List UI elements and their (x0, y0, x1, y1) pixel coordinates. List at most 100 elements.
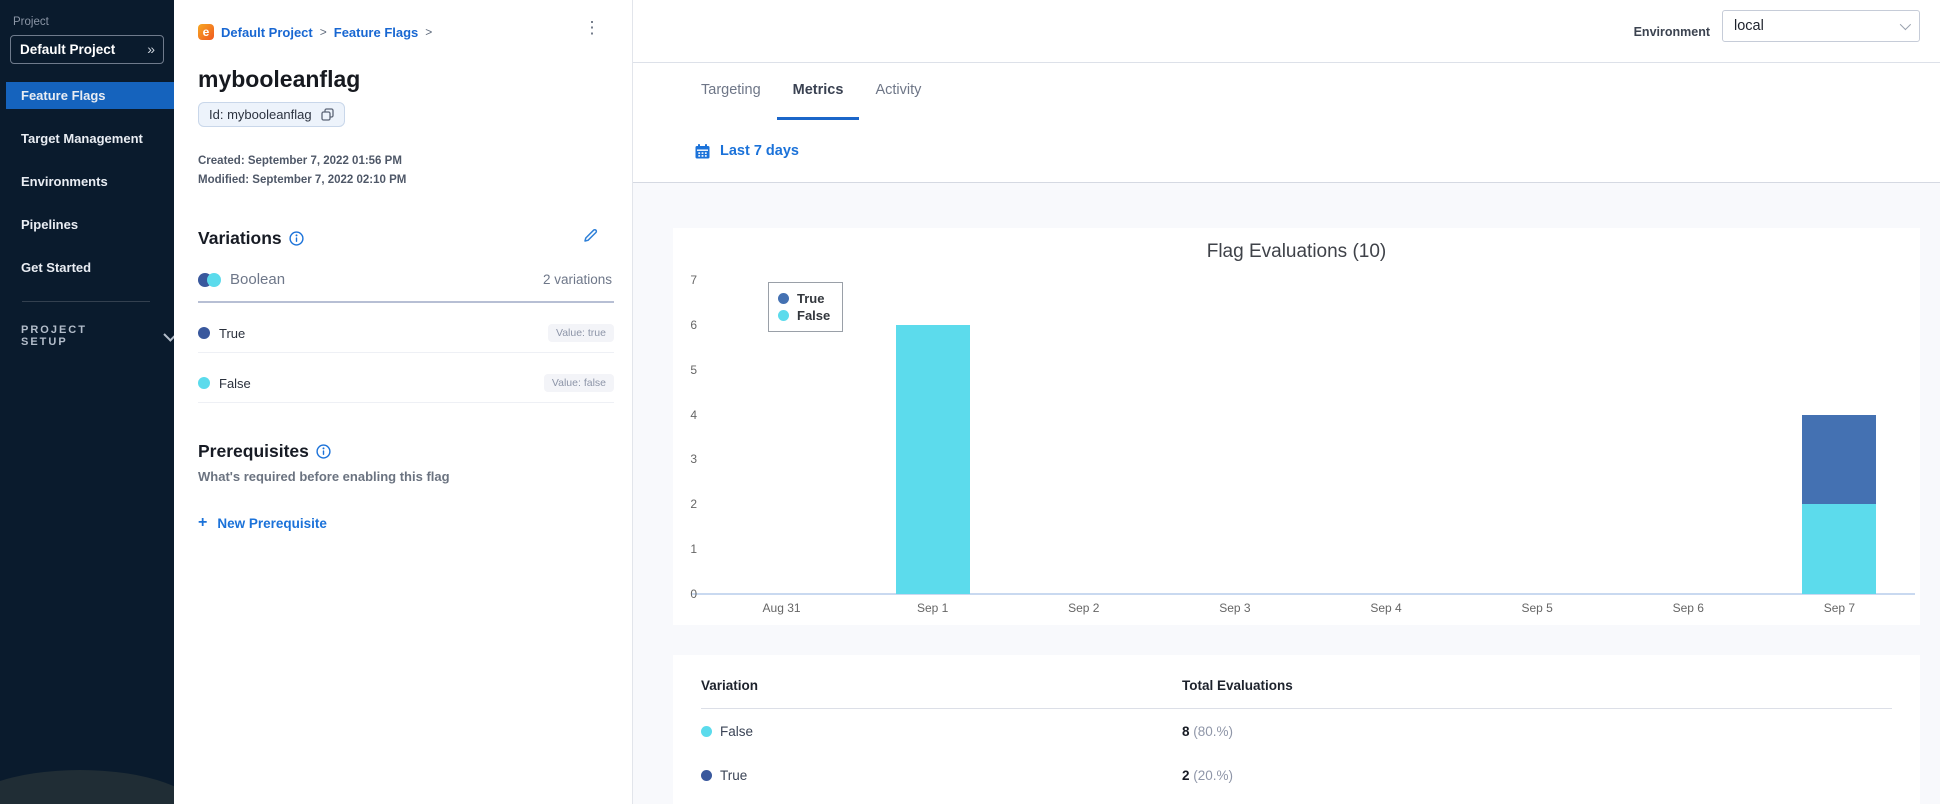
chevron-down-icon (163, 327, 174, 342)
table-variation-name: False (720, 724, 754, 739)
breadcrumb-separator: > (319, 25, 327, 39)
chart-x-tick: Sep 2 (1068, 601, 1100, 615)
new-prerequisite-label: New Prerequisite (217, 515, 327, 531)
date-range-button[interactable]: Last 7 days (633, 120, 1940, 183)
true-legend-dot-icon (778, 293, 789, 304)
variation-value-pill: Value: true (547, 324, 614, 342)
variations-divider (198, 301, 614, 303)
table-body: False 8 (80.%) True 2 (20.%) (701, 709, 1892, 797)
chart-y-tick: 6 (690, 317, 697, 332)
chart-y-tick: 1 (690, 542, 697, 557)
chart-x-tick: Sep 3 (1219, 601, 1251, 615)
modified-date: Modified: September 7, 2022 02:10 PM (198, 174, 407, 186)
info-icon[interactable] (289, 231, 304, 246)
created-date: Created: September 7, 2022 01:56 PM (198, 155, 402, 167)
sidebar-decoration (0, 770, 174, 804)
pencil-icon (584, 229, 598, 242)
table-cell-total: 8 (80.%) (1182, 724, 1892, 739)
kebab-menu-icon[interactable]: ⋮ (582, 18, 602, 38)
variation-row-left: False (198, 376, 251, 391)
project-selector-value: Default Project (20, 41, 116, 57)
chart-title: Flag Evaluations (10) (1206, 241, 1387, 262)
legend-item-true[interactable]: True (778, 291, 830, 306)
chart-bar-true (1802, 414, 1877, 505)
chart-x-tick: Sep 7 (1823, 601, 1856, 615)
legend-item-false[interactable]: False (778, 308, 830, 323)
tabs: Targeting Metrics Activity (633, 63, 1940, 120)
metrics-panel: Environment local Targeting Metrics Activi… (632, 0, 1940, 804)
table-cell-variation: True (701, 768, 1182, 783)
sidebar-item-feature-flags[interactable]: Feature Flags (6, 82, 174, 109)
flag-name-title: mybooleanflag (198, 66, 361, 92)
false-dot-icon (198, 377, 210, 389)
chart-x-axis-line (692, 593, 1915, 595)
tab-activity[interactable]: Activity (859, 63, 937, 120)
chevron-down-icon (1899, 18, 1912, 31)
environment-select-value: local (1734, 18, 1764, 34)
evaluation-percent: (20.%) (1189, 768, 1234, 783)
chart-x-tick: Sep 1 (917, 601, 949, 615)
true-dot-icon (701, 770, 712, 781)
edit-variations-button[interactable] (581, 226, 600, 245)
environment-bar: Environment local (633, 0, 1940, 63)
environment-select[interactable]: local (1722, 10, 1920, 42)
variation-type-label: Boolean (230, 271, 286, 288)
variation-list: True Value: true False Value: false (198, 324, 632, 403)
table-cell-variation: False (701, 724, 1182, 739)
chart-y-tick: 7 (690, 273, 697, 287)
double-chevron-icon: » (147, 41, 155, 57)
plus-icon: + (198, 514, 208, 531)
chart-y-tick: 5 (690, 362, 697, 377)
breadcrumb-project-link[interactable]: Default Project (221, 25, 313, 40)
evaluation-count: 2 (1182, 768, 1190, 783)
sidebar-item-project-setup[interactable]: PROJECT SETUP (21, 324, 174, 348)
tab-targeting[interactable]: Targeting (685, 63, 777, 120)
chart-y-tick: 4 (690, 407, 697, 422)
chart-y-tick: 3 (690, 452, 697, 467)
info-icon[interactable] (316, 444, 331, 459)
evaluations-table: Variation Total Evaluations False 8 (80.%… (673, 655, 1920, 804)
table-cell-total: 2 (20.%) (1182, 768, 1892, 783)
table-header-total-evaluations: Total Evaluations (1182, 678, 1293, 693)
variations-title: Variations (198, 228, 282, 248)
table-variation-name: True (720, 768, 748, 783)
evaluation-count: 8 (1182, 724, 1190, 739)
variation-row: False Value: false (198, 374, 614, 403)
evaluation-percent: (80.%) (1189, 724, 1234, 739)
tab-metrics[interactable]: Metrics (776, 63, 860, 120)
table-row: True 2 (20.%) (701, 753, 1892, 797)
legend-label: False (797, 308, 831, 323)
prerequisites-title: Prerequisites (198, 441, 309, 461)
sidebar-item-get-started[interactable]: Get Started (0, 254, 174, 281)
flag-id-pill[interactable]: Id: mybooleanflag (198, 102, 345, 127)
flag-evaluations-chart: Flag Evaluations (10) True False 0 1 2 3 4 5 6 7… (673, 228, 1920, 625)
chart-bar-false (895, 324, 970, 594)
date-range-label: Last 7 days (720, 143, 799, 159)
chart-y-tick: 2 (690, 497, 697, 512)
calendar-icon (695, 143, 710, 158)
chart-legend: True False (768, 282, 844, 332)
chart-x-tick: Sep 5 (1521, 601, 1553, 615)
false-dot-icon (701, 726, 712, 737)
sidebar-nav: Feature Flags Target Management Environmen… (0, 82, 174, 281)
sidebar-divider (22, 301, 150, 302)
legend-label: True (797, 291, 825, 306)
chart-x-tick: Sep 4 (1370, 601, 1402, 615)
chart-x-tick: Aug 31 (762, 601, 801, 615)
chart-x-labels: Aug 31 Sep 1 Sep 2 Sep 3 Sep 4 Sep 5 Sep 6 Sep … (706, 601, 1915, 615)
project-setup-label: PROJECT SETUP (21, 324, 87, 348)
sidebar-item-target-management[interactable]: Target Management (0, 125, 174, 152)
variation-count: 2 variations (542, 272, 612, 287)
project-selector[interactable]: Default Project » (10, 35, 164, 64)
sidebar-item-pipelines[interactable]: Pipelines (0, 211, 174, 238)
variation-name: True (219, 325, 246, 341)
sidebar-item-environments[interactable]: Environments (0, 168, 174, 195)
table-row: False 8 (80.%) (701, 709, 1892, 753)
breadcrumb-feature-flags-link[interactable]: Feature Flags (334, 25, 419, 40)
chart-x-tick: Sep 6 (1672, 601, 1704, 615)
variation-row: True Value: true (198, 324, 614, 353)
new-prerequisite-button[interactable]: + New Prerequisite (198, 514, 632, 532)
app-logo-icon: e (198, 24, 214, 40)
false-legend-dot-icon (778, 310, 789, 321)
copy-icon[interactable] (320, 108, 334, 121)
